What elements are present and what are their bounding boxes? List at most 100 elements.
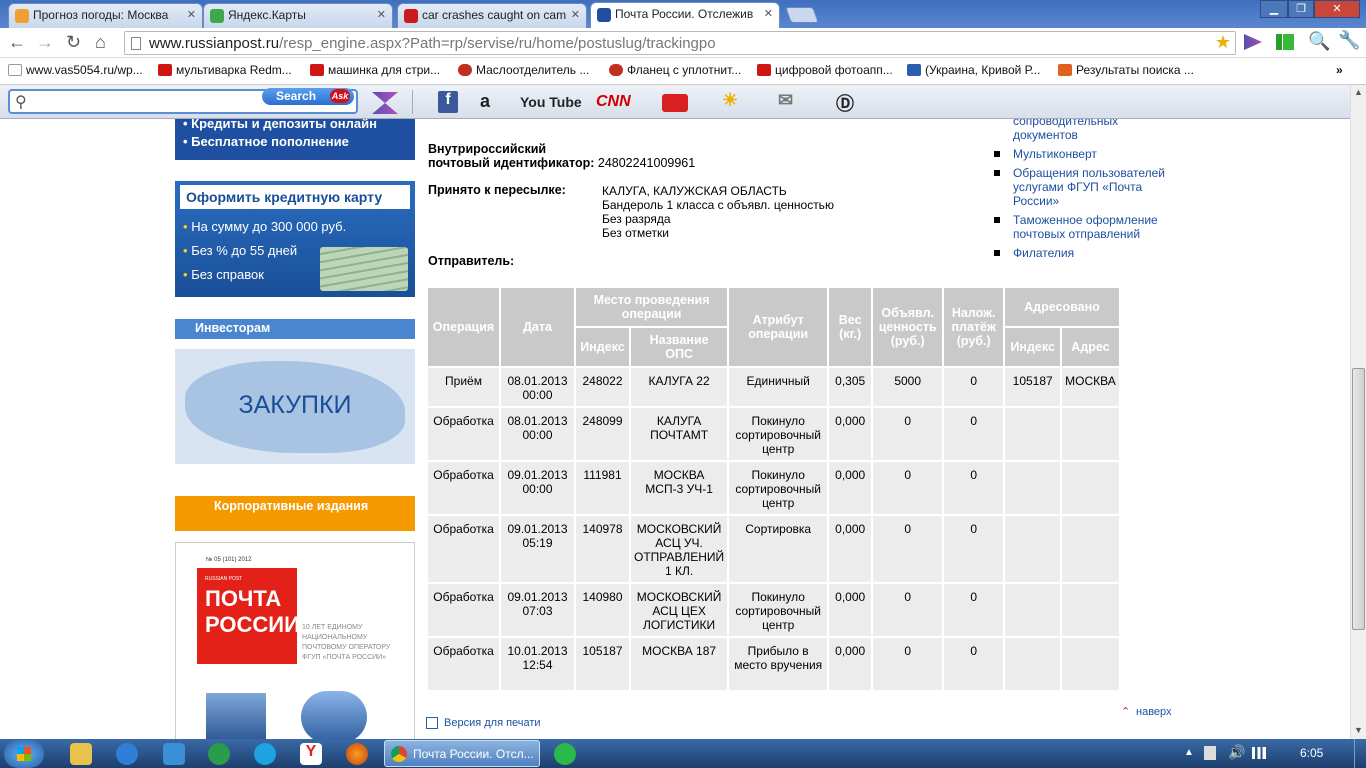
close-icon[interactable]: ✕ bbox=[187, 8, 196, 21]
credit-card-promo[interactable]: Оформить кредитную карту • На сумму до 3… bbox=[175, 181, 415, 297]
attribute-cell: Единичный bbox=[729, 368, 828, 406]
table-row: Обработка 09.01.2013 05:19 140978 МОСКОВСКИ… bbox=[428, 516, 1119, 582]
ask-logo-icon: Ask bbox=[330, 89, 350, 103]
scroll-down-icon[interactable]: ▼ bbox=[1354, 725, 1363, 735]
reload-icon[interactable]: ↻ bbox=[66, 32, 81, 53]
internet-explorer-icon[interactable] bbox=[116, 743, 138, 765]
tray-expand-icon[interactable]: ▲ bbox=[1184, 747, 1194, 758]
youtube-icon[interactable]: You Tube bbox=[520, 94, 582, 116]
browser-tab-weather[interactable]: Прогноз погоды: Москва ✕ bbox=[8, 3, 203, 28]
games-dice-icon[interactable] bbox=[662, 94, 688, 112]
right-link-customs[interactable]: Таможенное оформление почтовых отправлен… bbox=[1013, 213, 1178, 241]
tab-title: car crashes caught on cam bbox=[422, 8, 567, 22]
bullet-icon bbox=[994, 217, 1000, 223]
amazon-icon[interactable]: a bbox=[480, 91, 490, 113]
weather-icon[interactable]: ☀ bbox=[722, 90, 738, 112]
addr-index-cell bbox=[1005, 584, 1061, 636]
clock[interactable]: 6:05 bbox=[1300, 746, 1323, 760]
browser-tab-russianpost[interactable]: Почта России. Отслежив ✕ bbox=[590, 2, 780, 29]
printer-icon[interactable] bbox=[426, 717, 438, 729]
right-link-user-requests[interactable]: Обращения пользователей услугами ФГУП «П… bbox=[1013, 166, 1178, 208]
op-cell: Обработка bbox=[428, 516, 499, 582]
home-icon[interactable]: ⌂ bbox=[95, 32, 106, 53]
bookmark-star-icon[interactable]: ★ bbox=[1215, 32, 1231, 53]
tab-title: Яндекс.Карты bbox=[228, 8, 306, 22]
browser-tab-yandex-maps[interactable]: Яндекс.Карты ✕ bbox=[203, 3, 393, 28]
ask-bow-icon[interactable] bbox=[372, 92, 398, 114]
bookmarks-overflow-icon[interactable]: » bbox=[1336, 63, 1343, 77]
minimize-button[interactable]: ▁ bbox=[1260, 0, 1288, 18]
scrollbar-thumb[interactable] bbox=[1352, 368, 1365, 630]
new-tab-button[interactable] bbox=[785, 7, 819, 23]
credit-banner[interactable]: • Кредиты и депозиты онлайн • Бесплатное… bbox=[175, 119, 415, 160]
forward-arrow-icon[interactable]: → bbox=[36, 32, 54, 53]
taskbar-chrome-window[interactable]: Почта России. Отсл... bbox=[384, 740, 540, 767]
op-cell: Приём bbox=[428, 368, 499, 406]
close-window-button[interactable]: ✕ bbox=[1314, 0, 1360, 18]
addr-index-cell bbox=[1005, 638, 1061, 690]
maximize-button[interactable]: ❐ bbox=[1288, 0, 1314, 18]
cod-cell: 0 bbox=[944, 462, 1004, 514]
page-scrollbar[interactable]: ▲ ▼ bbox=[1350, 85, 1366, 739]
id-label-line: почтовый идентификатор: bbox=[428, 156, 595, 170]
skype-icon[interactable] bbox=[254, 743, 276, 765]
bookmark-label: Фланец с уплотнит... bbox=[627, 63, 742, 77]
magazine-issue: № 05 (101) 2012 bbox=[206, 557, 252, 563]
magazine-photo bbox=[301, 691, 367, 739]
utorrent-icon[interactable] bbox=[208, 743, 230, 765]
youtube-icon-label: You Tube bbox=[520, 94, 582, 110]
to-top-link[interactable]: наверх bbox=[1136, 706, 1172, 718]
bookmark-item[interactable]: www.vas5054.ru/wp... bbox=[8, 63, 143, 77]
table-row: Обработка 09.01.2013 07:03 140980 МОСКОВСКИ… bbox=[428, 584, 1119, 636]
close-icon[interactable]: ✕ bbox=[377, 8, 386, 21]
corporate-editions-link[interactable]: Корпоративные издания bbox=[175, 496, 415, 531]
bookmark-item[interactable]: Маслоотделитель ... bbox=[458, 63, 589, 77]
show-desktop-button[interactable] bbox=[1354, 739, 1366, 768]
print-version-link[interactable]: Версия для печати bbox=[444, 717, 541, 729]
bookmark-item[interactable]: цифровой фотоапп... bbox=[757, 63, 893, 77]
firefox-icon[interactable] bbox=[346, 743, 368, 765]
signal-bars-icon[interactable] bbox=[1252, 747, 1268, 759]
magazine-cover[interactable]: № 05 (101) 2012 RUSSIAN POST ПОЧТА РОССИ… bbox=[175, 542, 415, 739]
right-link-philately[interactable]: Филателия bbox=[1013, 246, 1074, 260]
mail-icon[interactable]: ✉ bbox=[778, 90, 793, 112]
bookmark-item[interactable]: Результаты поиска ... bbox=[1058, 63, 1194, 77]
scroll-up-icon[interactable]: ▲ bbox=[1354, 87, 1363, 97]
ask-toolbar: ⚲ Search Ask f a You Tube CNN ☀ ✉ Ⓓ bbox=[0, 85, 1366, 119]
signal-bars-icon[interactable] bbox=[1276, 34, 1294, 50]
explorer-icon[interactable] bbox=[70, 743, 92, 765]
facebook-icon[interactable]: f bbox=[438, 91, 458, 113]
yandex-icon[interactable]: Y bbox=[300, 743, 322, 765]
close-icon[interactable]: ✕ bbox=[571, 8, 580, 21]
bookmark-item[interactable]: (Украина, Кривой Р... bbox=[907, 63, 1040, 77]
bookmark-item[interactable]: Фланец с уплотнит... bbox=[609, 63, 741, 77]
weight-cell: 0,305 bbox=[829, 368, 872, 406]
ask-search-button[interactable]: Search Ask bbox=[262, 88, 354, 105]
back-arrow-icon[interactable]: ← bbox=[8, 32, 26, 53]
investors-link[interactable]: Инвесторам bbox=[175, 319, 415, 339]
bookmark-item[interactable]: машинка для стри... bbox=[310, 63, 440, 77]
right-link-multienvelope[interactable]: Мультиконверт bbox=[1013, 147, 1097, 161]
credit-line: • Бесплатное пополнение bbox=[183, 134, 349, 149]
addr-index-cell bbox=[1005, 408, 1061, 460]
volume-icon[interactable]: 🔊 bbox=[1228, 744, 1245, 761]
ask-extension-icon[interactable] bbox=[1244, 34, 1262, 50]
app-icon[interactable] bbox=[163, 743, 185, 765]
bookmark-item[interactable]: мультиварка Redm... bbox=[158, 63, 292, 77]
bullet-icon bbox=[994, 250, 1000, 256]
network-icon[interactable] bbox=[1204, 746, 1216, 760]
zakupki-banner[interactable]: ЗАКУПКИ bbox=[175, 349, 415, 464]
start-button[interactable] bbox=[4, 740, 44, 768]
bookmark-favicon-icon bbox=[458, 64, 472, 76]
wrench-menu-icon[interactable]: 🔧 bbox=[1338, 30, 1360, 51]
close-icon[interactable]: ✕ bbox=[764, 7, 773, 20]
browser-tab-youtube[interactable]: car crashes caught on cam ✕ bbox=[397, 3, 587, 28]
search-extension-icon[interactable]: 🔍 bbox=[1308, 31, 1330, 52]
right-link-documents[interactable]: сопроводительных документов bbox=[1013, 119, 1143, 142]
app-icon[interactable] bbox=[554, 743, 576, 765]
bullet-icon: • bbox=[183, 267, 188, 282]
bullet-icon bbox=[994, 170, 1000, 176]
dictionary-icon[interactable]: Ⓓ bbox=[836, 90, 854, 114]
cnn-icon[interactable]: CNN bbox=[596, 93, 631, 115]
address-bar[interactable]: www.russianpost.ru/resp_engine.aspx?Path… bbox=[124, 31, 1236, 55]
